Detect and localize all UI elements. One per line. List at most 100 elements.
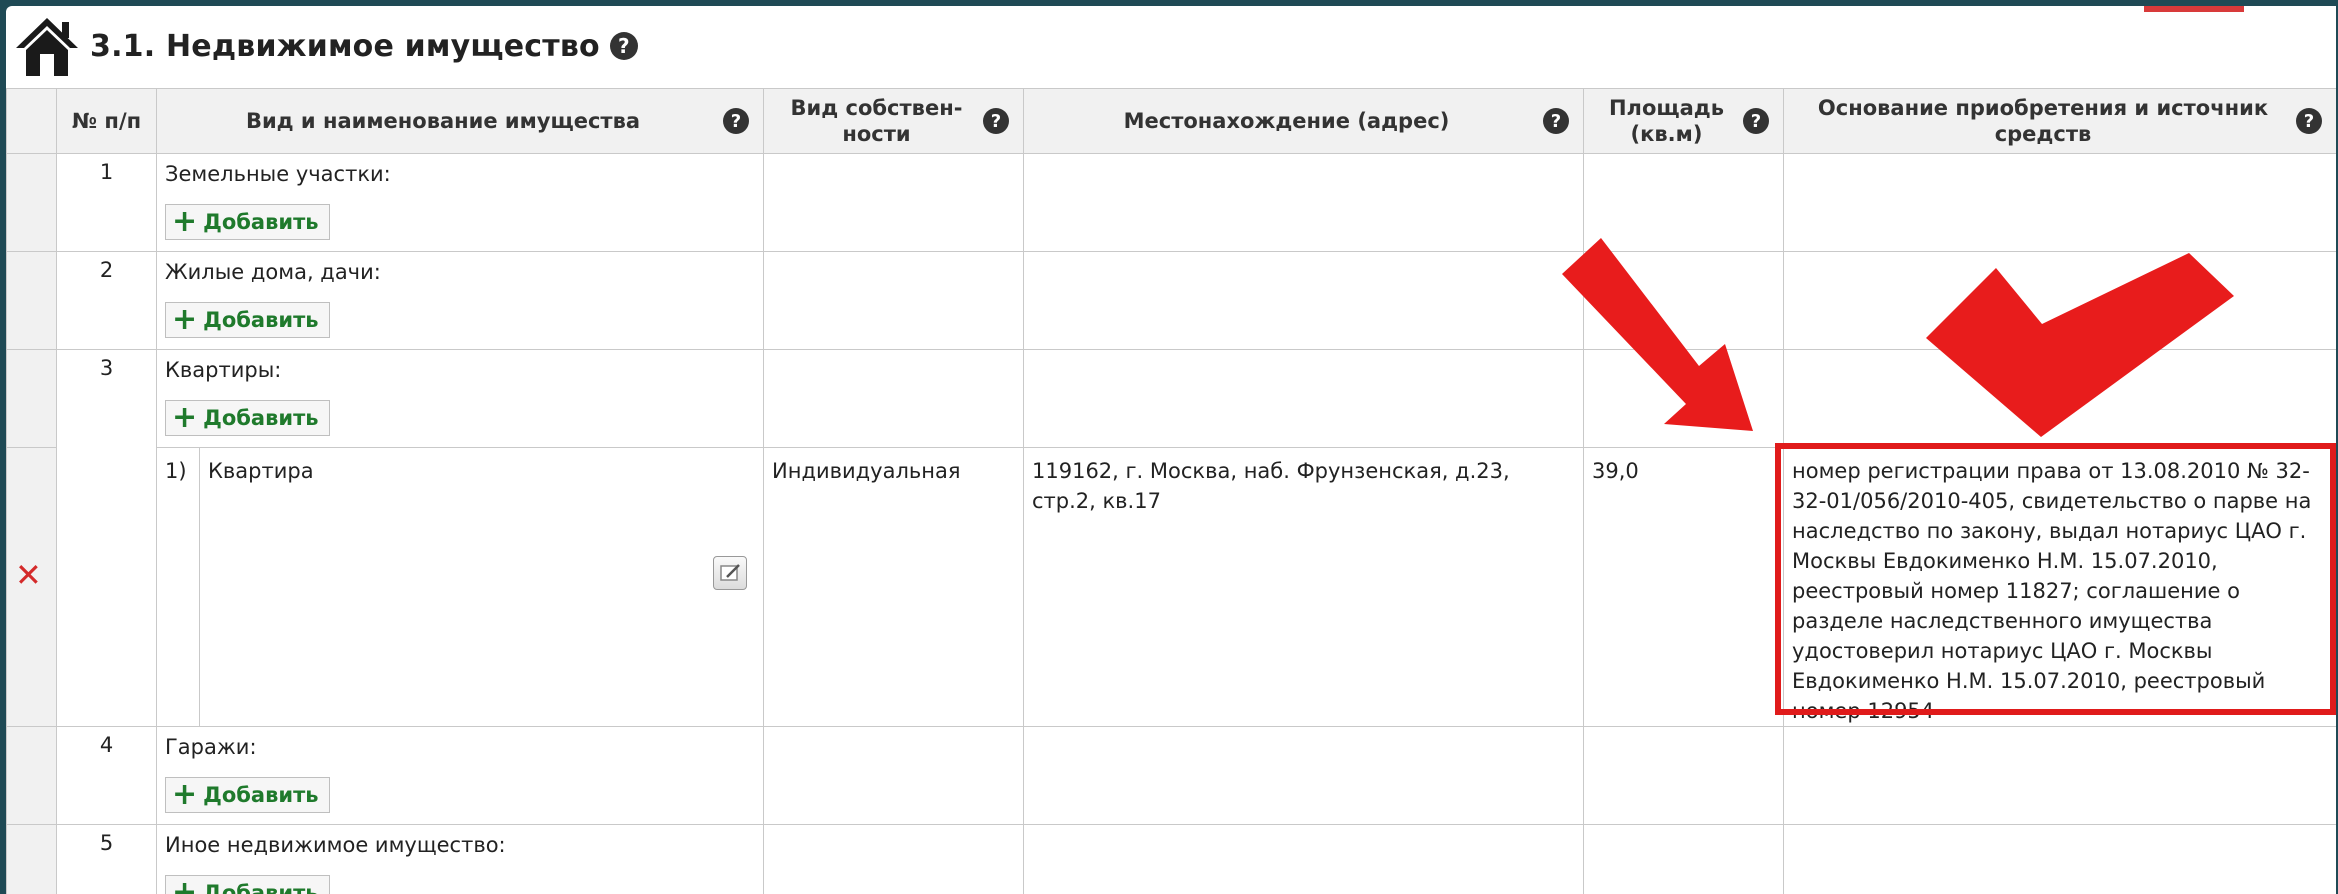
help-icon[interactable]: ? [2296,108,2322,134]
app-frame: 3.1. Недвижимое имущество ? № п/п Вид и … [6,6,2336,894]
row-number: 3 [56,349,157,727]
address-cell: 119162, г. Москва, наб. Фрунзенская, д.2… [1023,447,1584,727]
table-row-garages: 4 Гаражи: + Добавить [6,726,2336,825]
empty-cell [1783,824,2336,894]
area-value: 39,0 [1592,459,1639,483]
empty-cell [1783,153,2336,252]
add-button-label: Добавить [203,210,319,234]
empty-cell [763,349,1024,448]
page-title: 3.1. Недвижимое имущество [90,28,600,64]
empty-cell [1583,153,1784,252]
plus-icon: + [172,302,198,337]
category-cell: Иное недвижимое имущество: + Добавить [156,824,764,894]
row-number: 2 [56,251,157,350]
add-garage-button[interactable]: + Добавить [165,777,330,813]
table-row-houses: 2 Жилые дома, дачи: + Добавить [6,251,2336,350]
column-header-basis: Основание приобретения и источник средст… [1783,88,2336,154]
category-label: Гаражи: [165,735,257,759]
help-icon[interactable]: ? [609,32,638,60]
column-header-label: № п/п [71,109,142,133]
row-number: 5 [56,824,157,894]
empty-cell [763,824,1024,894]
column-header-property: Вид и наименование имущества? [156,88,764,154]
add-land-button[interactable]: + Добавить [165,204,330,240]
empty-cell [1023,153,1584,252]
table-row-land: 1 Земельные участки: + Добавить [6,153,2336,252]
close-icon[interactable]: ✕ [15,556,42,594]
item-name-cell: 1) Квартира [156,447,764,727]
column-header-address: Местонахождение (адрес)? [1023,88,1584,154]
category-label: Иное недвижимое имущество: [165,833,506,857]
section-header: 3.1. Недвижимое имущество ? [6,6,2336,86]
column-header-ownership: Вид собствен-ности? [763,88,1024,154]
column-header-label: Местонахождение (адрес) [1123,109,1450,133]
empty-cell [763,726,1024,825]
basis-cell: номер регистрации права от 13.08.2010 № … [1783,447,2336,727]
column-header-label: Площадь (кв.м) [1608,96,1724,146]
category-label: Квартиры: [165,358,282,382]
item-name-wrap: Квартира [199,448,763,726]
row-side-cell [6,726,57,825]
category-cell: Земельные участки: + Добавить [156,153,764,252]
help-icon[interactable]: ? [983,108,1009,134]
plus-icon: + [172,777,198,812]
add-other-button[interactable]: + Добавить [165,875,330,894]
ownership-cell: Индивидуальная [763,447,1024,727]
row-side-cell [6,153,57,252]
empty-cell [1023,824,1584,894]
add-house-button[interactable]: + Добавить [165,302,330,338]
empty-cell [1023,251,1584,350]
edit-icon[interactable] [713,556,747,590]
address-value: 119162, г. Москва, наб. Фрунзенская, д.2… [1032,459,1510,513]
empty-cell [1583,726,1784,825]
column-header-label: Основание приобретения и источник средст… [1817,96,2269,146]
column-header-area: Площадь (кв.м)? [1583,88,1784,154]
header-side-cell [6,88,57,154]
row-side-cell [6,824,57,894]
table-row-other: 5 Иное недвижимое имущество: + Добавить [6,824,2336,894]
row-number: 4 [56,726,157,825]
house-icon [16,18,78,76]
empty-cell [1023,349,1584,448]
category-label: Жилые дома, дачи: [165,260,381,284]
column-header-label: Вид и наименование имущества [245,109,641,133]
row-number: 1 [56,153,157,252]
table-header-row: № п/п Вид и наименование имущества? Вид … [6,88,2336,154]
column-header-label: Вид собствен-ности [790,96,963,146]
area-cell: 39,0 [1583,447,1784,727]
empty-cell [1783,251,2336,350]
add-apartment-button[interactable]: + Добавить [165,400,330,436]
empty-cell [763,153,1024,252]
column-header-number: № п/п [56,88,157,154]
basis-value: номер регистрации права от 13.08.2010 № … [1792,459,2312,723]
real-estate-table: № п/п Вид и наименование имущества? Вид … [6,88,2336,894]
empty-cell [1783,726,2336,825]
help-icon[interactable]: ? [1743,108,1769,134]
empty-cell [1783,349,2336,448]
category-cell: Гаражи: + Добавить [156,726,764,825]
add-button-label: Добавить [203,406,319,430]
category-cell: Квартиры: + Добавить [156,349,764,448]
add-button-label: Добавить [203,881,319,894]
empty-cell [1583,251,1784,350]
category-cell: Жилые дома, дачи: + Добавить [156,251,764,350]
row-side-cell [6,349,57,448]
row-side-cell [6,251,57,350]
category-label: Земельные участки: [165,162,391,186]
item-number: 1) [165,459,187,483]
add-button-label: Добавить [203,783,319,807]
item-name: Квартира [208,459,314,483]
ownership-value: Индивидуальная [772,459,961,483]
empty-cell [1023,726,1584,825]
add-button-label: Добавить [203,308,319,332]
plus-icon: + [172,400,198,435]
help-icon[interactable]: ? [1543,108,1569,134]
help-icon[interactable]: ? [723,108,749,134]
empty-cell [1583,349,1784,448]
plus-icon: + [172,875,198,894]
empty-cell [1583,824,1784,894]
table-row-apartments: 3 Квартиры: + Добавить [6,349,2336,727]
row-side-cell: ✕ [6,447,57,727]
empty-cell [763,251,1024,350]
table-row-item: ✕ 1) Квартира Индивидуальная 119162, г. … [6,447,2336,727]
